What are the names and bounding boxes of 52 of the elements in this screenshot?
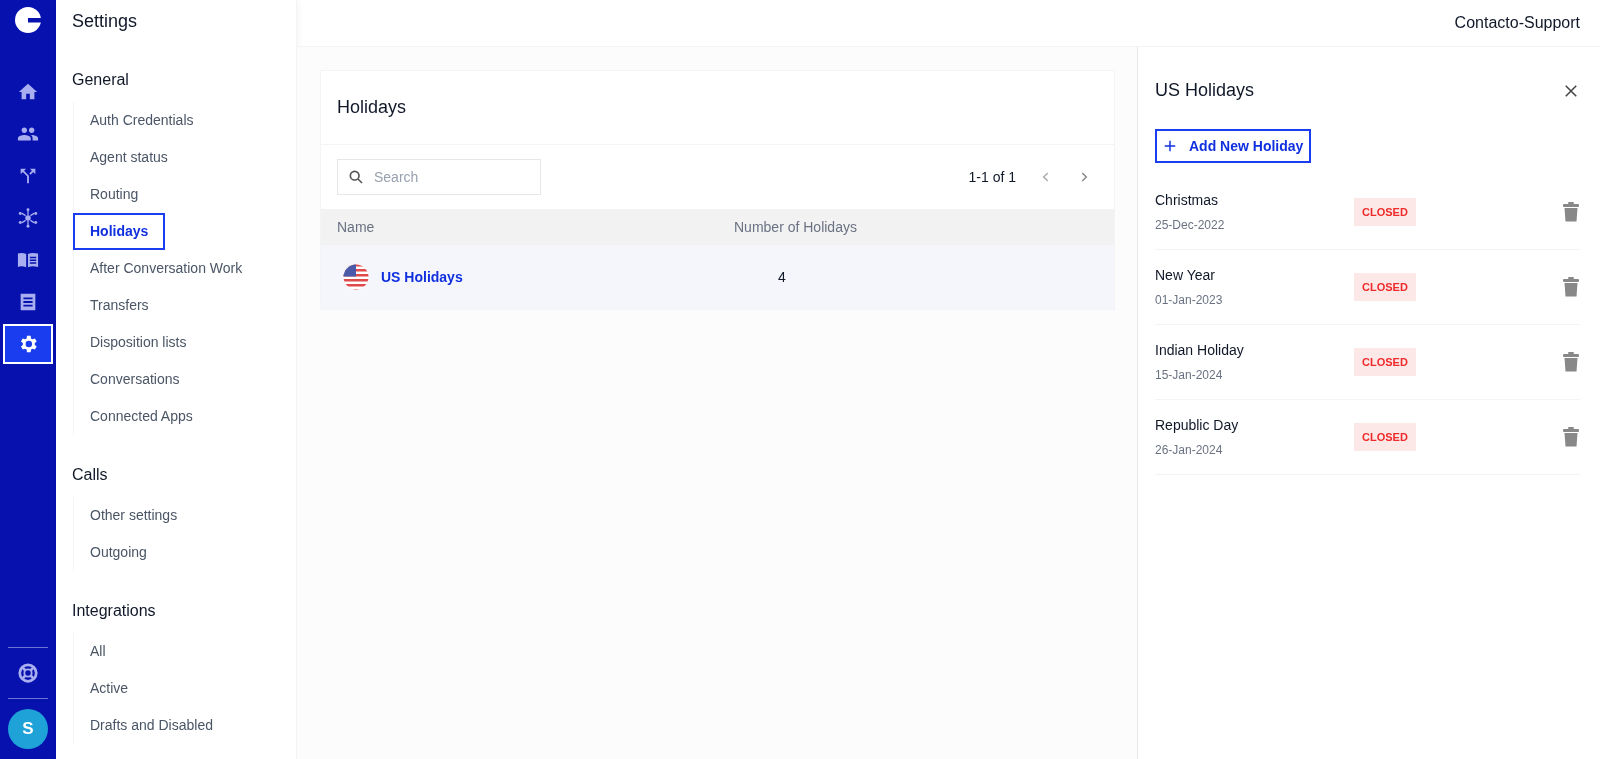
table-row[interactable]: US Holidays 4: [321, 245, 1114, 309]
add-holiday-button[interactable]: Add New Holiday: [1155, 129, 1312, 163]
column-header: Number of Holidays: [734, 217, 858, 237]
delete-button[interactable]: [1562, 202, 1580, 222]
sidebar-item[interactable]: Disposition lists: [74, 324, 203, 361]
sidebar-title: Settings: [72, 10, 139, 33]
section-heading: General: [72, 70, 130, 90]
card-title: Holidays: [337, 96, 407, 119]
holiday-name: Christmas: [1155, 191, 1219, 210]
section-heading: Integrations: [72, 601, 157, 621]
holiday-date: 26-Jan-2024: [1155, 442, 1224, 459]
holiday-name: Indian Holiday: [1155, 341, 1245, 360]
sidebar-item[interactable]: Auth Credentials: [74, 102, 210, 139]
sidebar-item[interactable]: Routing: [74, 176, 155, 213]
help-button[interactable]: [17, 662, 39, 684]
status-badge: CLOSED: [1354, 272, 1416, 302]
sidebar-item[interactable]: Holidays: [73, 213, 166, 250]
sidebar-item[interactable]: Drafts and Disabled: [74, 707, 229, 744]
holiday-date: 25-Dec-2022: [1155, 217, 1226, 234]
delete-button[interactable]: [1562, 277, 1580, 297]
sidebar-item[interactable]: Other settings: [74, 497, 194, 534]
sidebar-item[interactable]: Outgoing: [74, 534, 163, 571]
column-header: Name: [337, 217, 376, 237]
sidebar-item[interactable]: After Conversation Work: [74, 250, 259, 287]
search-field[interactable]: Search: [337, 159, 541, 195]
holiday-date: 01-Jan-2023: [1155, 292, 1224, 309]
search-icon: [348, 169, 364, 185]
logo-icon: [14, 6, 42, 34]
sidebar-item[interactable]: Connected Apps: [74, 398, 209, 435]
sidebar-item[interactable]: Active: [74, 670, 145, 707]
status-badge: CLOSED: [1354, 197, 1416, 227]
sidebar-item[interactable]: Agent status: [74, 139, 184, 176]
flag-icon: [343, 264, 369, 290]
sidebar-item[interactable]: Conversations: [74, 361, 196, 398]
holiday-list-link[interactable]: US Holidays: [381, 266, 463, 288]
holiday-date: 15-Jan-2024: [1155, 367, 1224, 384]
sidebar-item[interactable]: All: [74, 633, 122, 670]
panel-title: US Holidays: [1155, 79, 1255, 102]
delete-button[interactable]: [1562, 352, 1580, 372]
plus-icon: [1163, 139, 1177, 153]
holiday-name: New Year: [1155, 266, 1216, 285]
holiday-name: Republic Day: [1155, 416, 1240, 435]
nav-button[interactable]: [3, 324, 53, 364]
network-icon: [17, 207, 39, 229]
section-heading: Calls: [72, 465, 109, 485]
status-badge: CLOSED: [1354, 347, 1416, 377]
sidebar-item[interactable]: Transfers: [74, 287, 165, 324]
pagination-range: 1-1 of 1: [968, 167, 1016, 187]
status-badge: CLOSED: [1354, 422, 1416, 452]
delete-button[interactable]: [1562, 427, 1580, 447]
account-name: Contacto-Support: [1454, 13, 1580, 33]
table-cell-text: 4: [777, 267, 787, 287]
